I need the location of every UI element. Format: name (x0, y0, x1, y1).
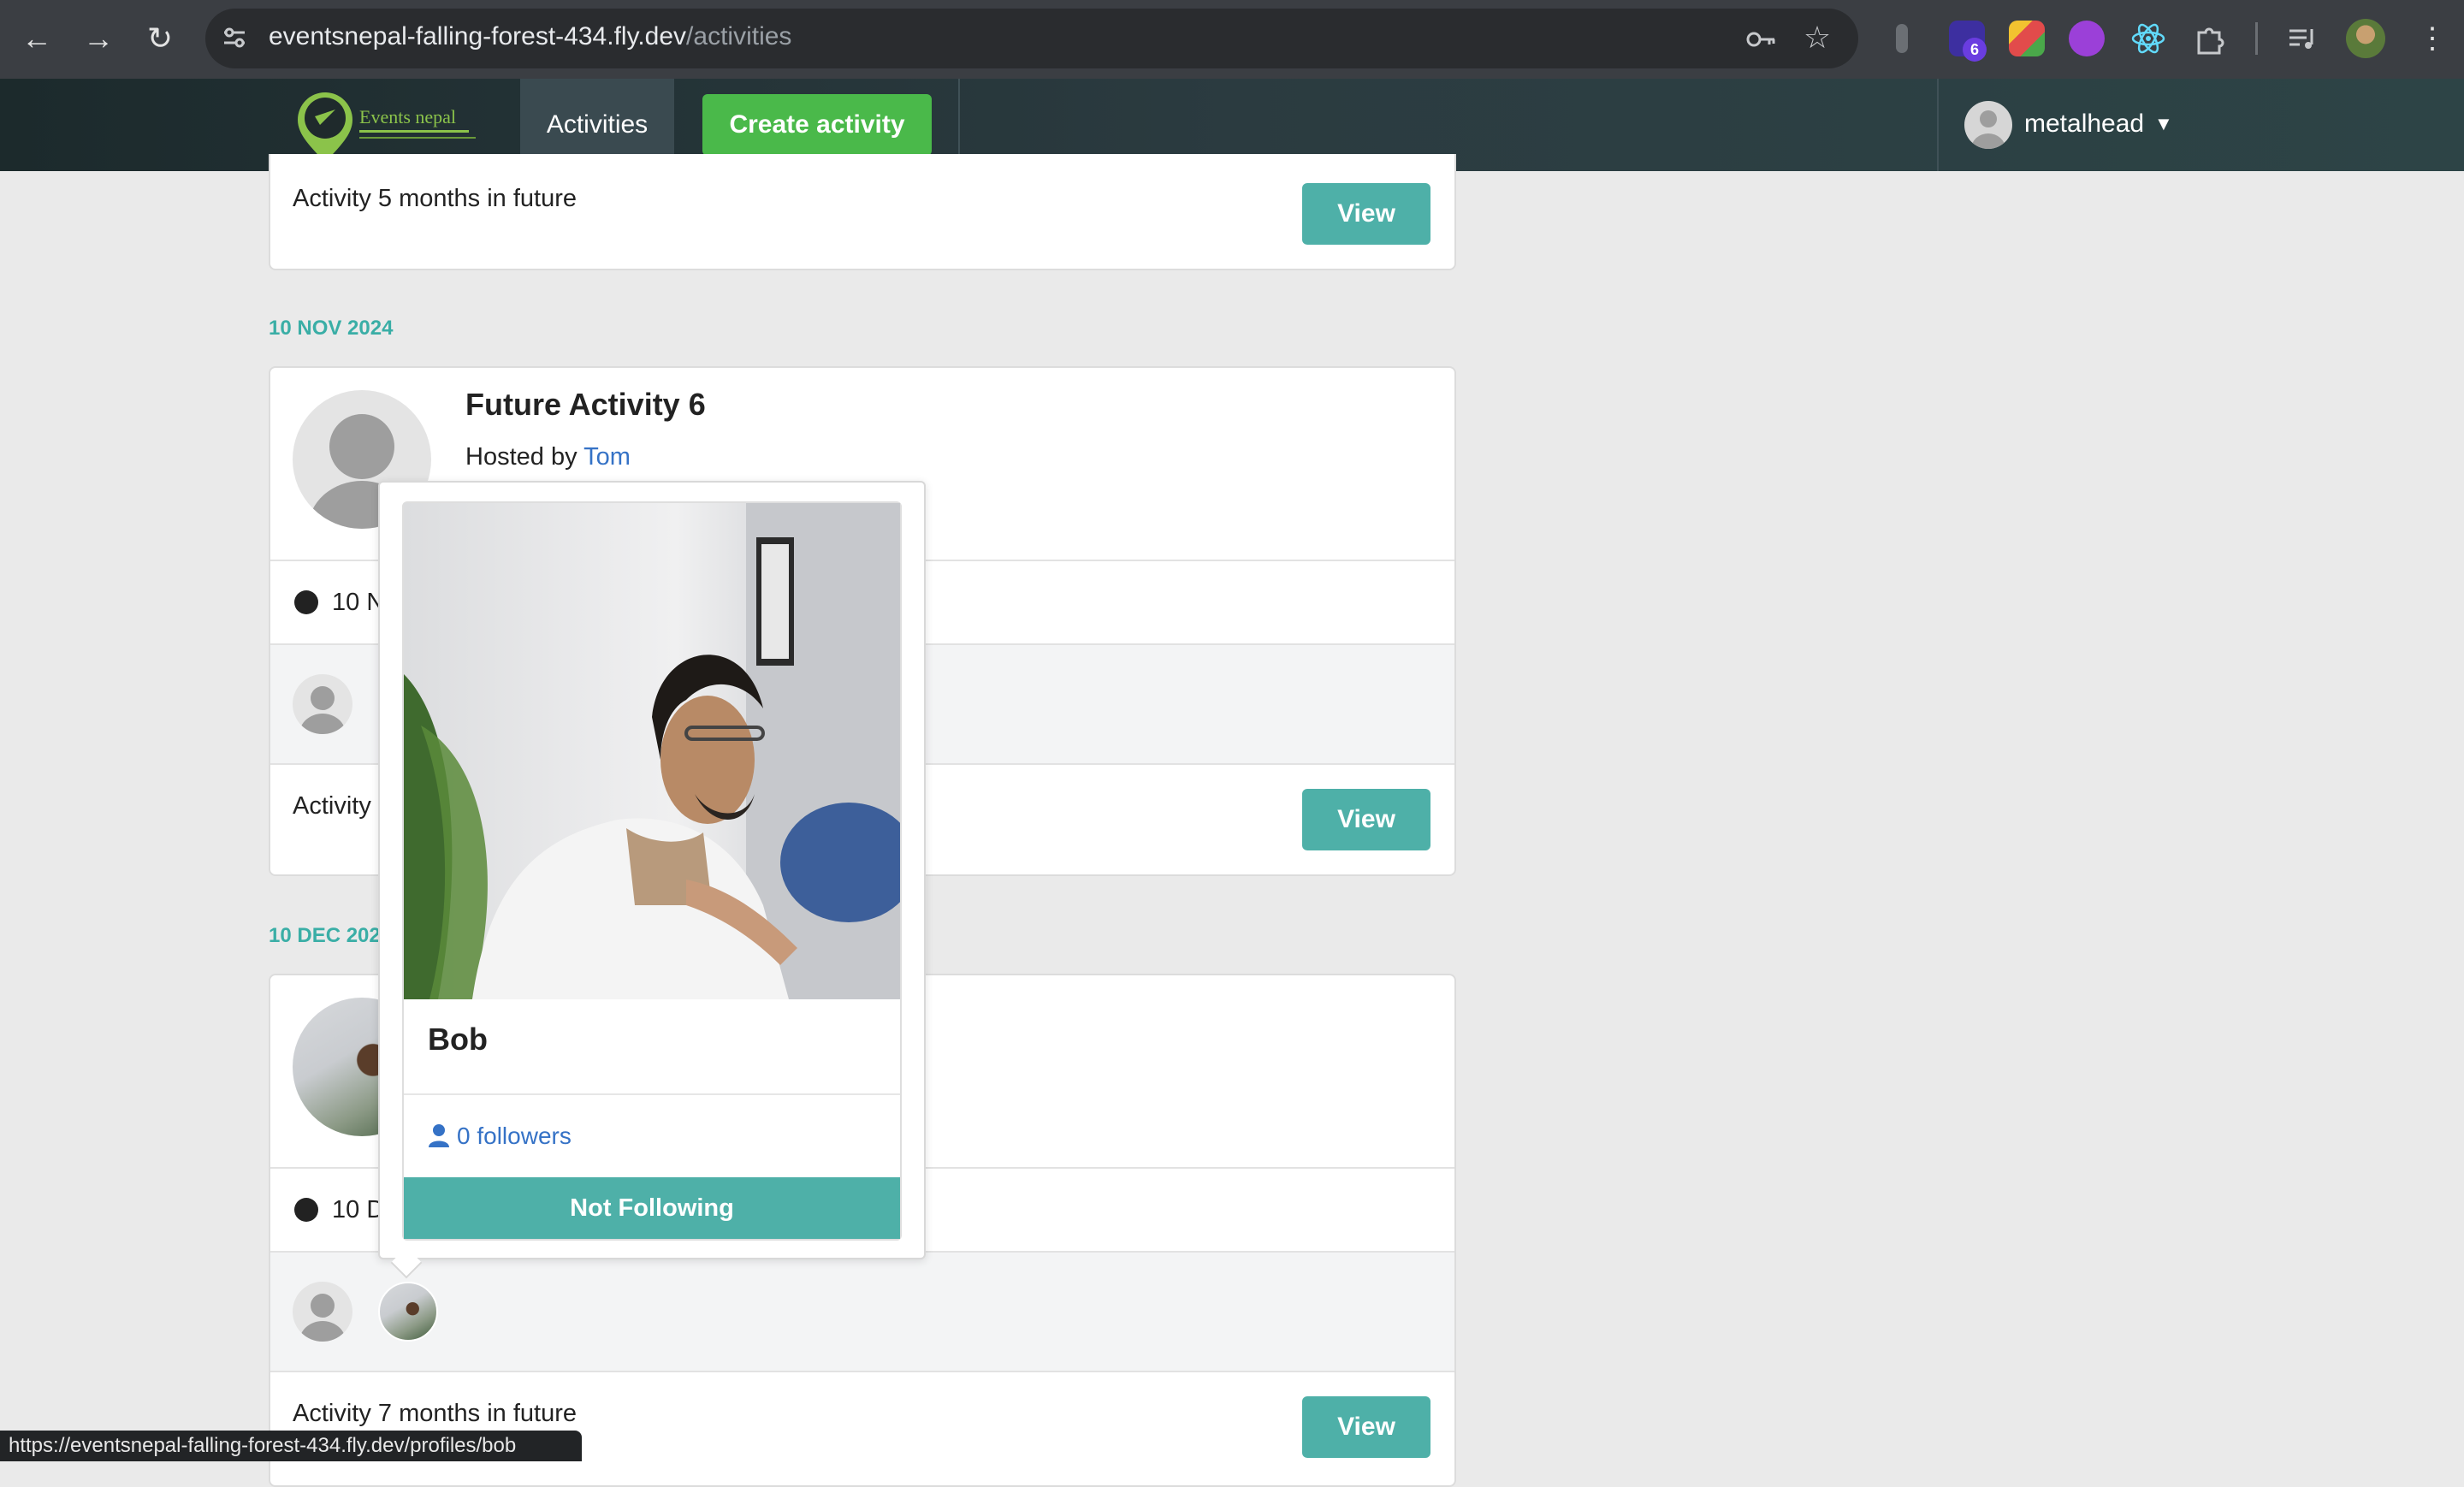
reload-icon[interactable]: ↻ (140, 19, 180, 58)
forward-icon[interactable]: → (79, 19, 118, 58)
logo[interactable]: Events nepal (294, 87, 483, 164)
card-divider (270, 1371, 1454, 1372)
profile-photo[interactable] (404, 503, 900, 999)
toolbar-separator (2255, 22, 2258, 55)
view-button[interactable]: View (1302, 1396, 1430, 1458)
activity-description: Activity 5 months in future (293, 185, 578, 212)
hosted-by: Hosted by Tom (465, 443, 631, 471)
react-devtools-icon[interactable] (2130, 21, 2166, 56)
followers-link[interactable]: 0 followers (428, 1123, 572, 1153)
extension-badge: 6 (1963, 38, 1987, 62)
browser-menu-icon[interactable]: ⋮ (2418, 19, 2447, 58)
extension-icon-grey[interactable] (1896, 24, 1908, 53)
back-icon[interactable]: ← (17, 19, 56, 58)
profile-avatar-icon[interactable] (2346, 19, 2385, 58)
activity-description: Activity 7 months in future (293, 1400, 578, 1427)
extensions-puzzle-icon[interactable] (2192, 21, 2228, 56)
activity-title[interactable]: Future Activity 6 (465, 387, 706, 423)
attendee-list (270, 1253, 1454, 1371)
navbar-divider (1937, 79, 1939, 171)
extension-icon-colorful[interactable] (2009, 21, 2045, 56)
create-activity-button[interactable]: Create activity (702, 94, 932, 156)
username[interactable]: metalhead (2024, 110, 2144, 139)
profile-name[interactable]: Bob (428, 1022, 488, 1057)
activity-date: 10 D (332, 1196, 385, 1223)
bookmark-star-icon[interactable]: ☆ (1800, 21, 1834, 55)
user-avatar[interactable] (1964, 101, 2012, 149)
url-host: eventsnepal-falling-forest-434.fly.dev (269, 22, 687, 50)
date-group-header: 10 NOV 2024 (269, 317, 394, 340)
logo-text: Events nepal (359, 106, 456, 127)
view-button[interactable]: View (1302, 183, 1430, 245)
link-status-bar: https://eventsnepal-falling-forest-434.f… (0, 1431, 582, 1461)
attendee-avatar[interactable] (293, 674, 352, 734)
key-icon[interactable] (1744, 22, 1778, 56)
clock-icon (294, 590, 318, 614)
activity-date: 10 N (332, 589, 385, 616)
site-settings-icon[interactable] (219, 22, 250, 53)
url-path: /activities (686, 22, 792, 50)
activity-description: Activity (293, 792, 371, 820)
media-control-icon[interactable] (2284, 21, 2320, 56)
attendee-avatar-bob[interactable] (378, 1282, 438, 1342)
host-link[interactable]: Tom (583, 443, 631, 471)
hosted-by-label: Hosted by (465, 443, 584, 471)
date-group-header: 10 DEC 202 (269, 924, 381, 947)
url-text[interactable]: eventsnepal-falling-forest-434.fly.dev/a… (269, 22, 791, 51)
clock-icon (294, 1198, 318, 1222)
followers-count: 0 followers (457, 1123, 572, 1149)
chevron-down-icon[interactable]: ▼ (2154, 113, 2173, 135)
profile-divider (404, 1093, 900, 1095)
extension-icon-violet[interactable] (2069, 21, 2105, 56)
follow-status-button[interactable]: Not Following (404, 1177, 900, 1239)
attendee-avatar[interactable] (293, 1282, 352, 1342)
user-icon (428, 1123, 450, 1153)
view-button[interactable]: View (1302, 789, 1430, 850)
